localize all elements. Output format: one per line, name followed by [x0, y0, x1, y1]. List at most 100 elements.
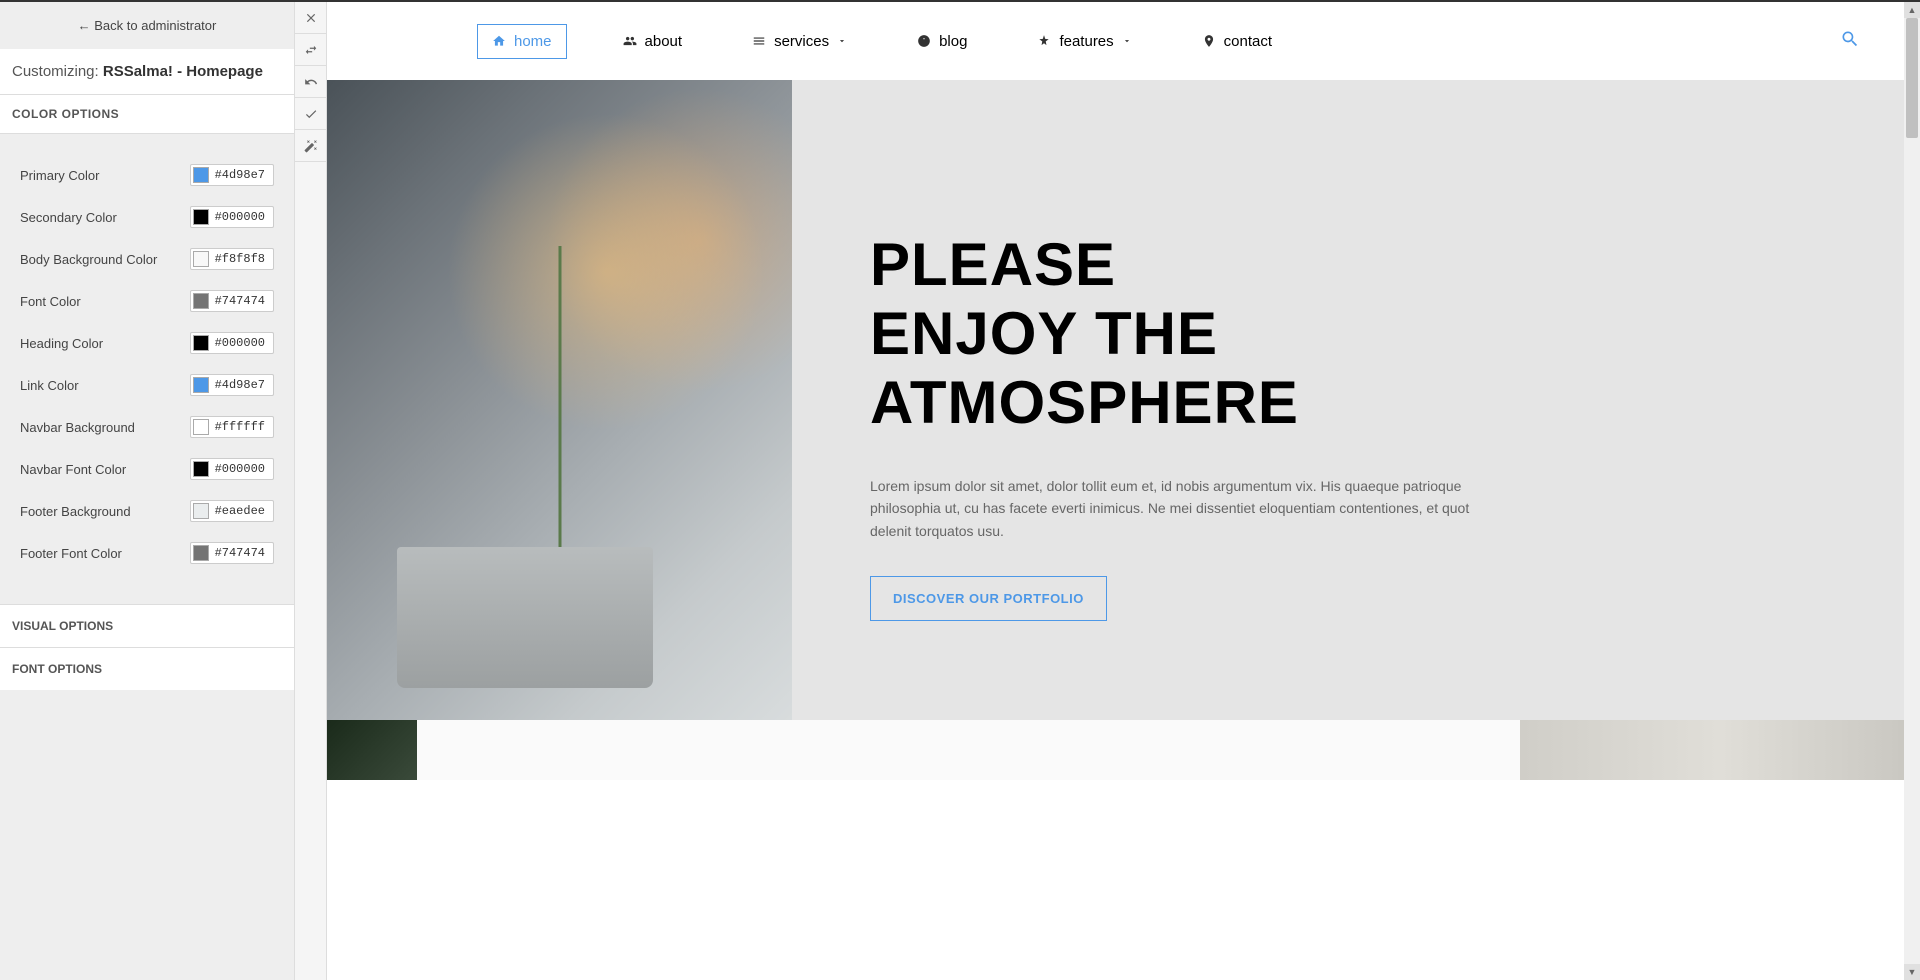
- hero-title-line3: ATMOSPHERE: [870, 368, 1880, 437]
- nav-item-features[interactable]: features: [1023, 25, 1145, 58]
- hero-title: PLEASE ENJOY THE ATMOSPHERE: [870, 230, 1880, 437]
- discover-portfolio-button[interactable]: DISCOVER OUR PORTFOLIO: [870, 576, 1107, 621]
- hero-title-line1: PLEASE: [870, 230, 1880, 299]
- color-swatch[interactable]: [193, 377, 209, 393]
- color-picker-input[interactable]: #ffffff: [190, 416, 274, 438]
- color-option-label: Footer Font Color: [20, 546, 122, 561]
- color-option-label: Primary Color: [20, 168, 99, 183]
- color-option-label: Font Color: [20, 294, 81, 309]
- nav-item-label: contact: [1224, 33, 1272, 50]
- features-icon: [1037, 34, 1051, 48]
- color-option-row: Primary Color #4d98e7: [20, 164, 274, 186]
- scroll-down-arrow[interactable]: ▼: [1904, 964, 1920, 980]
- color-swatch[interactable]: [193, 503, 209, 519]
- nav-item-blog[interactable]: blog: [903, 25, 981, 58]
- magic-button[interactable]: [295, 130, 326, 162]
- close-icon: [304, 11, 318, 25]
- color-picker-input[interactable]: #747474: [190, 542, 274, 564]
- color-hex-value: #000000: [215, 462, 265, 476]
- color-option-row: Navbar Font Color #000000: [20, 458, 274, 480]
- color-hex-value: #eaedee: [215, 504, 265, 518]
- hero-section: PLEASE ENJOY THE ATMOSPHERE Lorem ipsum …: [327, 80, 1920, 720]
- color-hex-value: #747474: [215, 294, 265, 308]
- color-option-label: Footer Background: [20, 504, 131, 519]
- chevron-down-icon: [837, 36, 847, 46]
- color-hex-value: #000000: [215, 210, 265, 224]
- visual-options-header[interactable]: VISUAL OPTIONS: [0, 604, 294, 647]
- color-picker-input[interactable]: #f8f8f8: [190, 248, 274, 270]
- nav-item-label: home: [514, 33, 552, 50]
- close-preview-button[interactable]: [295, 2, 326, 34]
- scroll-up-arrow[interactable]: ▲: [1904, 2, 1920, 18]
- color-picker-input[interactable]: #747474: [190, 290, 274, 312]
- color-picker-input[interactable]: #eaedee: [190, 500, 274, 522]
- color-option-row: Navbar Background #ffffff: [20, 416, 274, 438]
- preview-scrollbar[interactable]: ▲ ▼: [1904, 2, 1920, 980]
- color-option-row: Footer Font Color #747474: [20, 542, 274, 564]
- color-option-row: Link Color #4d98e7: [20, 374, 274, 396]
- color-swatch[interactable]: [193, 461, 209, 477]
- nav-item-label: blog: [939, 33, 967, 50]
- bottom-image-strip: [327, 720, 1920, 780]
- back-to-admin-link[interactable]: ← Back to administrator: [0, 2, 294, 49]
- hero-title-line2: ENJOY THE: [870, 299, 1880, 368]
- color-swatch[interactable]: [193, 335, 209, 351]
- scroll-thumb[interactable]: [1906, 18, 1918, 138]
- color-option-label: Navbar Font Color: [20, 462, 126, 477]
- color-hex-value: #f8f8f8: [215, 252, 265, 266]
- color-picker-input[interactable]: #000000: [190, 206, 274, 228]
- site-navbar: home about services blog features contact: [327, 2, 1920, 80]
- color-hex-value: #ffffff: [215, 420, 265, 434]
- preview-pane: home about services blog features contact P…: [327, 2, 1920, 980]
- color-option-row: Heading Color #000000: [20, 332, 274, 354]
- font-options-header[interactable]: FONT OPTIONS: [0, 647, 294, 690]
- color-option-label: Link Color: [20, 378, 79, 393]
- color-swatch[interactable]: [193, 209, 209, 225]
- swap-icon: [304, 43, 318, 57]
- color-option-row: Footer Background #eaedee: [20, 500, 274, 522]
- nav-item-label: features: [1059, 33, 1113, 50]
- color-swatch[interactable]: [193, 251, 209, 267]
- apply-button[interactable]: [295, 98, 326, 130]
- nav-item-home[interactable]: home: [477, 24, 567, 59]
- chevron-down-icon: [1122, 36, 1132, 46]
- color-swatch[interactable]: [193, 419, 209, 435]
- color-option-label: Body Background Color: [20, 252, 157, 267]
- color-picker-input[interactable]: #4d98e7: [190, 374, 274, 396]
- color-option-row: Secondary Color #000000: [20, 206, 274, 228]
- color-picker-input[interactable]: #4d98e7: [190, 164, 274, 186]
- about-icon: [623, 34, 637, 48]
- color-options-list: Primary Color #4d98e7 Secondary Color #0…: [0, 134, 294, 604]
- nav-item-services[interactable]: services: [738, 25, 861, 58]
- color-options-header[interactable]: COLOR OPTIONS: [0, 95, 294, 134]
- customizing-target: RSSalma! - Homepage: [103, 63, 263, 80]
- color-option-label: Heading Color: [20, 336, 103, 351]
- undo-icon: [304, 75, 318, 89]
- customizing-title: Customizing: RSSalma! - Homepage: [0, 49, 294, 95]
- hero-content: PLEASE ENJOY THE ATMOSPHERE Lorem ipsum …: [792, 80, 1920, 720]
- color-hex-value: #4d98e7: [215, 168, 265, 182]
- undo-button[interactable]: [295, 66, 326, 98]
- color-option-label: Secondary Color: [20, 210, 117, 225]
- color-hex-value: #000000: [215, 336, 265, 350]
- hero-description: Lorem ipsum dolor sit amet, dolor tollit…: [870, 475, 1470, 542]
- customizer-sidebar: ← Back to administrator Customizing: RSS…: [0, 2, 295, 980]
- home-icon: [492, 34, 506, 48]
- color-option-label: Navbar Background: [20, 420, 135, 435]
- color-swatch[interactable]: [193, 293, 209, 309]
- color-option-row: Font Color #747474: [20, 290, 274, 312]
- nav-item-about[interactable]: about: [609, 25, 697, 58]
- preview-toolbar: [295, 2, 327, 980]
- hero-image: [327, 80, 792, 720]
- swap-button[interactable]: [295, 34, 326, 66]
- color-option-row: Body Background Color #f8f8f8: [20, 248, 274, 270]
- color-picker-input[interactable]: #000000: [190, 332, 274, 354]
- color-picker-input[interactable]: #000000: [190, 458, 274, 480]
- services-icon: [752, 34, 766, 48]
- color-swatch[interactable]: [193, 545, 209, 561]
- customizing-prefix: Customizing:: [12, 63, 103, 80]
- search-button[interactable]: [1840, 29, 1860, 54]
- nav-items: home about services blog features contact: [477, 24, 1286, 59]
- nav-item-contact[interactable]: contact: [1188, 25, 1286, 58]
- color-swatch[interactable]: [193, 167, 209, 183]
